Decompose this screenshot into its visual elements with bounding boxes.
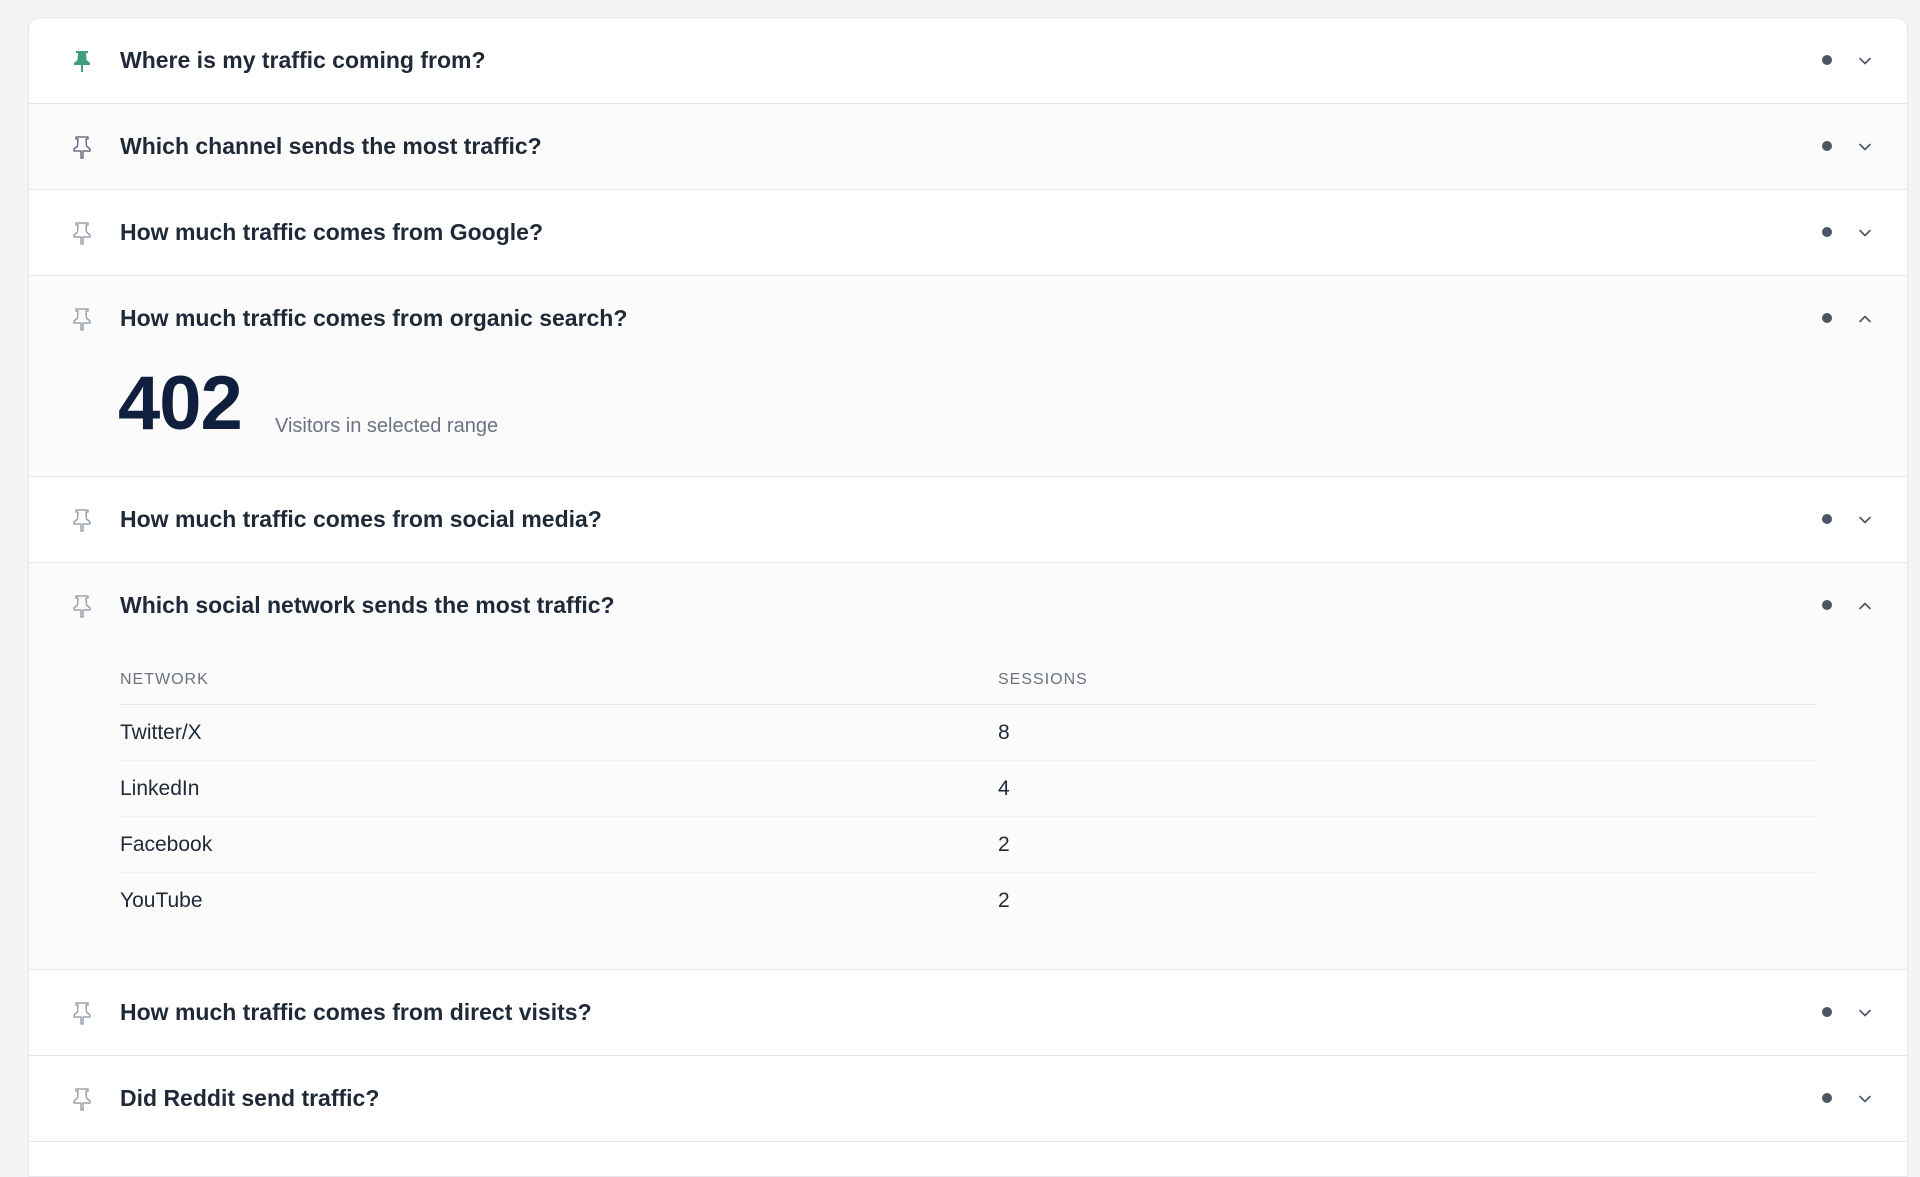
sessions-cell: 8 bbox=[998, 704, 1817, 761]
question-item: How much traffic comes from Google? bbox=[29, 190, 1907, 276]
question-header[interactable]: Which social network sends the most traf… bbox=[29, 563, 1907, 648]
table-row: LinkedIn 4 bbox=[120, 760, 1817, 817]
chevron-down-icon[interactable] bbox=[1857, 1091, 1873, 1107]
pin-icon[interactable] bbox=[71, 307, 93, 331]
question-item: How much traffic comes from organic sear… bbox=[29, 276, 1907, 477]
question-header[interactable]: How much traffic comes from organic sear… bbox=[29, 276, 1907, 361]
sessions-cell: 4 bbox=[998, 760, 1817, 817]
pin-icon[interactable] bbox=[71, 594, 93, 618]
status-dot-icon bbox=[1822, 1093, 1832, 1103]
question-header[interactable]: Where is my traffic coming from? bbox=[29, 18, 1907, 103]
table-header-row: NETWORK SESSIONS bbox=[120, 656, 1817, 705]
network-cell: Facebook bbox=[120, 816, 998, 873]
chevron-down-icon[interactable] bbox=[1857, 225, 1873, 241]
status-dot-icon bbox=[1822, 1007, 1832, 1017]
answer-stat: 402 Visitors in selected range bbox=[29, 361, 1907, 476]
chevron-up-icon[interactable] bbox=[1857, 311, 1873, 327]
chevron-down-icon[interactable] bbox=[1857, 53, 1873, 69]
pin-icon[interactable] bbox=[71, 1087, 93, 1111]
question-title: Which social network sends the most traf… bbox=[120, 592, 615, 618]
stat-label: Visitors in selected range bbox=[275, 415, 499, 437]
pin-icon[interactable] bbox=[71, 49, 93, 73]
chevron-down-icon[interactable] bbox=[1857, 1005, 1873, 1021]
column-header-network: NETWORK bbox=[120, 656, 998, 705]
question-header[interactable]: Which channel sends the most traffic? bbox=[29, 104, 1907, 189]
sessions-cell: 2 bbox=[998, 816, 1817, 873]
question-header[interactable]: How much traffic comes from social media… bbox=[29, 477, 1907, 562]
question-title: Which channel sends the most traffic? bbox=[120, 133, 542, 159]
network-cell: LinkedIn bbox=[120, 760, 998, 817]
table-row: Twitter/X 8 bbox=[120, 704, 1817, 761]
stat-value: 402 bbox=[118, 361, 243, 446]
question-item: Where is my traffic coming from? bbox=[29, 18, 1907, 104]
pin-icon[interactable] bbox=[71, 1001, 93, 1025]
status-dot-icon bbox=[1822, 141, 1832, 151]
question-item: Did Reddit send traffic? bbox=[29, 1056, 1907, 1142]
question-item: Which channel sends the most traffic? bbox=[29, 104, 1907, 190]
question-title: Did Reddit send traffic? bbox=[120, 1085, 380, 1111]
pin-icon[interactable] bbox=[71, 135, 93, 159]
question-item: How much traffic comes from direct visit… bbox=[29, 970, 1907, 1056]
question-header[interactable]: How much traffic comes from direct visit… bbox=[29, 970, 1907, 1055]
pin-icon[interactable] bbox=[71, 508, 93, 532]
question-title: How much traffic comes from direct visit… bbox=[120, 999, 592, 1025]
question-header[interactable]: Did Reddit send traffic? bbox=[29, 1056, 1907, 1141]
question-title: How much traffic comes from Google? bbox=[120, 219, 543, 245]
question-title: Where is my traffic coming from? bbox=[120, 47, 486, 73]
network-table: NETWORK SESSIONS Twitter/X 8 LinkedIn 4 … bbox=[120, 656, 1817, 928]
question-title: How much traffic comes from social media… bbox=[120, 506, 602, 532]
status-dot-icon bbox=[1822, 313, 1832, 323]
pin-icon[interactable] bbox=[71, 221, 93, 245]
status-dot-icon bbox=[1822, 227, 1832, 237]
chevron-up-icon[interactable] bbox=[1857, 598, 1873, 614]
chevron-down-icon[interactable] bbox=[1857, 512, 1873, 528]
chevron-down-icon[interactable] bbox=[1857, 139, 1873, 155]
question-item: How much traffic comes from social media… bbox=[29, 477, 1907, 563]
question-item: Which social network sends the most traf… bbox=[29, 563, 1907, 970]
sessions-cell: 2 bbox=[998, 888, 1010, 912]
status-dot-icon bbox=[1822, 600, 1832, 610]
status-dot-icon bbox=[1822, 55, 1832, 65]
question-title: How much traffic comes from organic sear… bbox=[120, 305, 628, 331]
status-dot-icon bbox=[1822, 514, 1832, 524]
table-row: Facebook 2 bbox=[120, 816, 1817, 873]
network-cell: Twitter/X bbox=[120, 704, 998, 761]
questions-panel: Where is my traffic coming from? Which c… bbox=[28, 17, 1908, 1177]
answer-table: NETWORK SESSIONS Twitter/X 8 LinkedIn 4 … bbox=[29, 656, 1907, 969]
question-header[interactable]: How much traffic comes from Google? bbox=[29, 190, 1907, 275]
column-header-sessions: SESSIONS bbox=[998, 656, 1817, 705]
table-row: YouTube 2 bbox=[120, 873, 1817, 929]
network-cell: YouTube bbox=[120, 888, 203, 912]
